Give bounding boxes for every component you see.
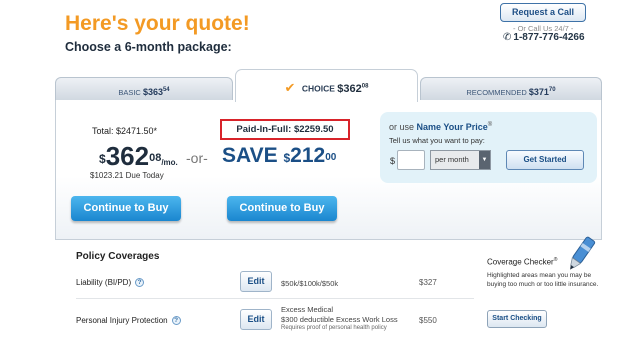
get-started-button[interactable]: Get Started [506,150,584,170]
request-call-button[interactable]: Request a Call [500,3,586,22]
tab-basic-price: $36354 [142,87,170,97]
name-your-price-box: or use Name Your Price® Tell us what you… [380,112,597,183]
liability-limits: $50k/$100k/$50k [281,279,339,288]
continue-to-buy-button[interactable]: Continue to Buy [71,196,181,221]
due-today: $1023.21 Due Today [90,171,164,180]
pip-limits: Excess Medical $300 deductible Excess Wo… [281,305,398,331]
liability-amount: $327 [419,278,437,287]
nyp-amount-input[interactable] [397,150,425,170]
tab-recommended-label: RECOMMENDED [466,88,527,97]
tab-basic[interactable]: BASIC $36354 [55,77,233,101]
tab-choice-price: $36208 [337,82,369,95]
coverage-checker-title: Coverage Checker® [487,257,558,267]
coverage-checker-description: Highlighted areas mean you may be buying… [487,272,599,288]
nyp-period-select[interactable]: per month ▼ [430,150,491,170]
phone-icon: ✆ [503,32,512,43]
nyp-title: or use Name Your Price® [389,122,493,132]
tab-choice[interactable]: ✔ CHOICE $36208 [235,69,418,102]
row-divider [76,298,474,299]
nyp-description: Tell us what you want to pay: [389,136,485,145]
continue-to-buy-paid-in-full-button[interactable]: Continue to Buy [227,196,337,221]
help-icon[interactable]: ? [135,278,145,287]
paid-in-full-box: Paid-In-Full: $2259.50 [220,119,350,140]
phone-text: 1-877-776-4266 [513,32,585,43]
help-icon[interactable]: ? [171,316,181,325]
tab-choice-label: CHOICE [301,83,335,94]
phone-number: ✆ 1-877-776-4266 [503,32,585,43]
highlighter-pen-icon [570,236,596,270]
total-price: Total: $2471.50* [92,126,158,136]
tab-basic-label: BASIC [118,88,141,97]
checkmark-icon: ✔ [284,79,296,95]
page-subtitle: Choose a 6-month package: [65,40,232,54]
nyp-period-value: per month [435,155,469,164]
coverage-row-liability-label: Liability (BI/PD) ? [76,278,145,287]
nyp-dollar-sign: $ [390,156,396,166]
policy-coverages-title: Policy Coverages [76,251,160,262]
tab-recommended-price: $37170 [528,87,556,97]
tab-recommended[interactable]: RECOMMENDED $37170 [420,77,602,101]
pip-amount: $550 [419,316,437,325]
edit-liability-button[interactable]: Edit [240,271,272,292]
chevron-down-icon: ▼ [479,151,490,169]
coverage-row-pip-label: Personal Injury Protection ? [76,316,181,325]
start-checking-button[interactable]: Start Checking [487,310,547,328]
edit-pip-button[interactable]: Edit [240,309,272,330]
page-title: Here's your quote! [65,12,250,35]
or-separator: -or- [186,150,208,166]
save-amount: SAVE $21200 [222,144,337,167]
